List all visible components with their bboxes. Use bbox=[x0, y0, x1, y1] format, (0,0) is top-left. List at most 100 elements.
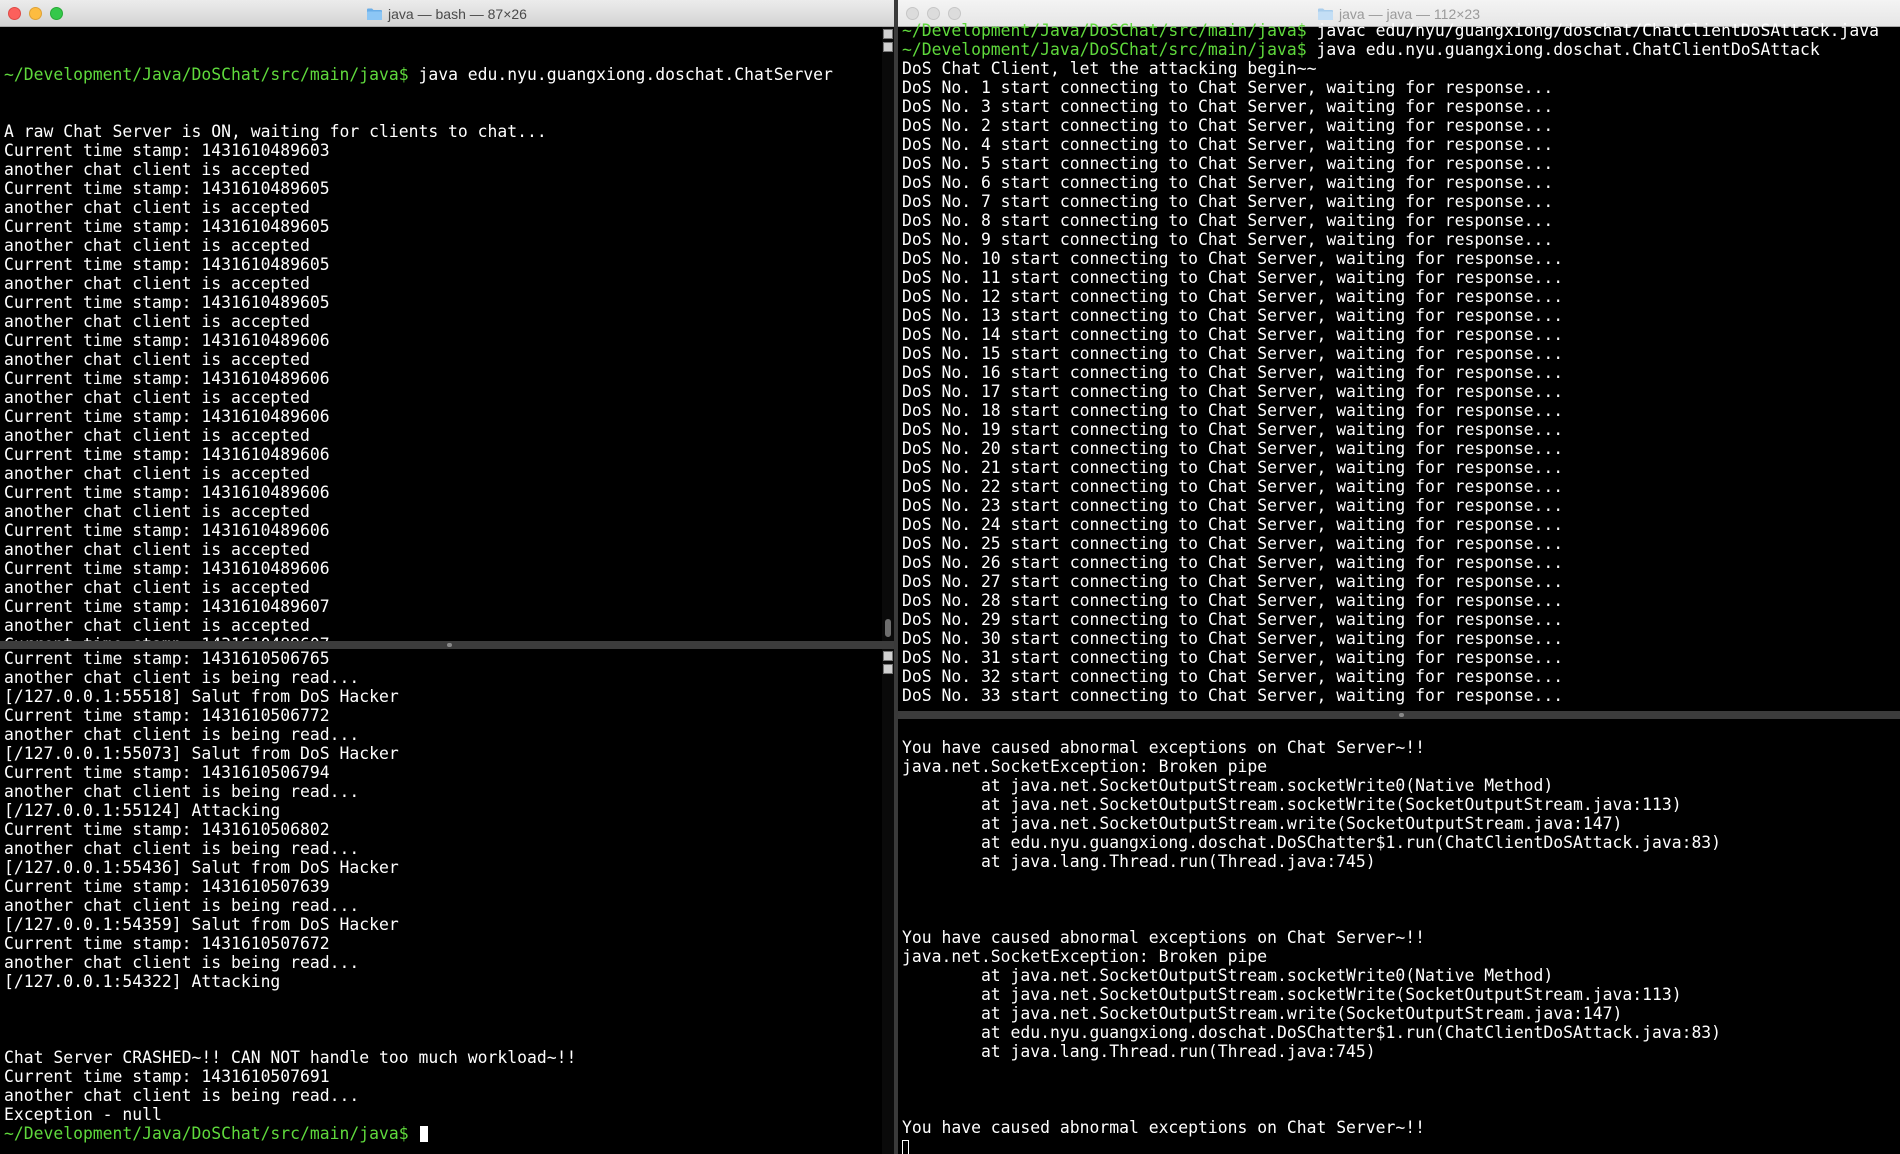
output-line: another chat client is being read... bbox=[4, 782, 360, 801]
output-line: Current time stamp: 1431610507672 bbox=[4, 934, 330, 953]
pane-splitter[interactable] bbox=[0, 641, 894, 649]
output-line: Current time stamp: 1431610489603 bbox=[4, 141, 330, 160]
output-line: DoS No. 32 start connecting to Chat Serv… bbox=[902, 667, 1564, 686]
output-line: Current time stamp: 1431610506794 bbox=[4, 763, 330, 782]
output-line: another chat client is accepted bbox=[4, 274, 310, 293]
output-line: Current time stamp: 1431610489606 bbox=[4, 483, 330, 502]
split-pane-icon[interactable] bbox=[883, 29, 893, 39]
output-line: DoS No. 27 start connecting to Chat Serv… bbox=[902, 572, 1564, 591]
output-line: java.net.SocketException: Broken pipe bbox=[902, 947, 1268, 966]
output-line: Current time stamp: 1431610507691 bbox=[4, 1067, 330, 1086]
output-line: DoS Chat Client, let the attacking begin… bbox=[902, 59, 1317, 78]
output-line: Current time stamp: 1431610489606 bbox=[4, 445, 330, 464]
output-line: at java.net.SocketOutputStream.write(Soc… bbox=[902, 814, 1623, 833]
text-cursor bbox=[902, 1140, 909, 1154]
output-line: DoS No. 9 start connecting to Chat Serve… bbox=[902, 230, 1554, 249]
command-text: java edu.nyu.guangxiong.doschat.ChatServ… bbox=[408, 65, 833, 84]
output-line: DoS No. 13 start connecting to Chat Serv… bbox=[902, 306, 1564, 325]
output-line: DoS No. 11 start connecting to Chat Serv… bbox=[902, 268, 1564, 287]
output-line: at java.net.SocketOutputStream.socketWri… bbox=[902, 966, 1554, 985]
output-line: DoS No. 29 start connecting to Chat Serv… bbox=[902, 610, 1564, 629]
output-line: Current time stamp: 1431610506772 bbox=[4, 706, 330, 725]
folder-icon bbox=[367, 8, 383, 20]
terminal-window-client[interactable]: java — java — 112×23 ~/Development/Java/… bbox=[898, 0, 1900, 1154]
output-line: A raw Chat Server is ON, waiting for cli… bbox=[4, 122, 547, 141]
output-line: DoS No. 2 start connecting to Chat Serve… bbox=[902, 116, 1554, 135]
output-line: DoS No. 19 start connecting to Chat Serv… bbox=[902, 420, 1564, 439]
scrollbar[interactable] bbox=[882, 27, 894, 641]
output-line: Chat Server CRASHED~!! CAN NOT handle to… bbox=[4, 1048, 577, 1067]
output-line: at java.net.SocketOutputStream.socketWri… bbox=[902, 776, 1554, 795]
output-line: Current time stamp: 1431610489605 bbox=[4, 217, 330, 236]
output-line: Current time stamp: 1431610506802 bbox=[4, 820, 330, 839]
output-line: DoS No. 15 start connecting to Chat Serv… bbox=[902, 344, 1564, 363]
command-text: javac edu/nyu/guangxiong/doschat/ChatCli… bbox=[1306, 21, 1879, 40]
scrollbar[interactable] bbox=[882, 649, 894, 1154]
output-line: Current time stamp: 1431610507639 bbox=[4, 877, 330, 896]
output-line: Current time stamp: 1431610489605 bbox=[4, 179, 330, 198]
window-title: java — bash — 87×26 bbox=[388, 5, 527, 22]
prompt: ~/Development/Java/DoSChat/src/main/java… bbox=[4, 65, 409, 84]
splitter-grip[interactable] bbox=[447, 643, 452, 647]
close-split-icon[interactable] bbox=[883, 664, 893, 674]
terminal-pane-top[interactable]: ~/Development/Java/DoSChat/src/main/java… bbox=[0, 27, 894, 641]
output-line: another chat client is being read... bbox=[4, 896, 360, 915]
output-line: another chat client is accepted bbox=[4, 464, 310, 483]
output-line: DoS No. 4 start connecting to Chat Serve… bbox=[902, 135, 1554, 154]
output-line: at edu.nyu.guangxiong.doschat.DoSChatter… bbox=[902, 833, 1722, 852]
output-line: Current time stamp: 1431610489605 bbox=[4, 255, 330, 274]
output-line: DoS No. 7 start connecting to Chat Serve… bbox=[902, 192, 1554, 211]
terminal-window-server[interactable]: java — bash — 87×26 ~/Development/Java/D… bbox=[0, 0, 894, 1154]
output-line: [/127.0.0.1:54359] Salut from DoS Hacker bbox=[4, 915, 399, 934]
output-line: [/127.0.0.1:55518] Salut from DoS Hacker bbox=[4, 687, 399, 706]
close-split-icon[interactable] bbox=[883, 42, 893, 52]
output-line: another chat client is being read... bbox=[4, 1086, 360, 1105]
output-line: another chat client is accepted bbox=[4, 426, 310, 445]
text-cursor bbox=[420, 1126, 429, 1142]
output-line: another chat client is accepted bbox=[4, 616, 310, 635]
output-line: another chat client is accepted bbox=[4, 388, 310, 407]
output-line: another chat client is accepted bbox=[4, 540, 310, 559]
output-line: Exception - null bbox=[4, 1105, 162, 1124]
output-line: You have caused abnormal exceptions on C… bbox=[902, 928, 1426, 947]
output-line: Current time stamp: 1431610489606 bbox=[4, 331, 330, 350]
output-line: another chat client is accepted bbox=[4, 198, 310, 217]
titlebar[interactable]: java — bash — 87×26 bbox=[0, 0, 894, 27]
prompt: ~/Development/Java/DoSChat/src/main/java… bbox=[4, 1124, 409, 1143]
output-line: another chat client is accepted bbox=[4, 502, 310, 521]
scrollbar-thumb[interactable] bbox=[885, 619, 891, 637]
command-line: ~/Development/Java/DoSChat/src/main/java… bbox=[4, 1124, 894, 1143]
output-line: DoS No. 1 start connecting to Chat Serve… bbox=[902, 78, 1554, 97]
output-line: DoS No. 18 start connecting to Chat Serv… bbox=[902, 401, 1564, 420]
terminal-pane-bottom[interactable]: You have caused abnormal exceptions on C… bbox=[898, 719, 1900, 1154]
output-line: Current time stamp: 1431610489606 bbox=[4, 369, 330, 388]
output-line: DoS No. 16 start connecting to Chat Serv… bbox=[902, 363, 1564, 382]
output-line: DoS No. 10 start connecting to Chat Serv… bbox=[902, 249, 1564, 268]
pane-splitter[interactable] bbox=[898, 711, 1900, 719]
splitter-grip[interactable] bbox=[1399, 713, 1404, 717]
output-line: DoS No. 26 start connecting to Chat Serv… bbox=[902, 553, 1564, 572]
output-line: another chat client is being read... bbox=[4, 668, 360, 687]
output-line: DoS No. 3 start connecting to Chat Serve… bbox=[902, 97, 1554, 116]
prompt: ~/Development/Java/DoSChat/src/main/java… bbox=[902, 21, 1307, 40]
output-line: DoS No. 12 start connecting to Chat Serv… bbox=[902, 287, 1564, 306]
cursor-line bbox=[902, 1137, 1900, 1154]
output-line: another chat client is accepted bbox=[4, 578, 310, 597]
split-pane-icon[interactable] bbox=[883, 651, 893, 661]
output-line: DoS No. 25 start connecting to Chat Serv… bbox=[902, 534, 1564, 553]
output-line: another chat client is being read... bbox=[4, 839, 360, 858]
output-line: at java.lang.Thread.run(Thread.java:745) bbox=[902, 852, 1376, 871]
command-text: java edu.nyu.guangxiong.doschat.ChatClie… bbox=[1306, 40, 1820, 59]
terminal-pane-bottom[interactable]: Current time stamp: 1431610506765 another… bbox=[0, 649, 894, 1154]
terminal-pane-top[interactable]: ~/Development/Java/DoSChat/src/main/java… bbox=[898, 21, 1900, 711]
output-line: java.net.SocketException: Broken pipe bbox=[902, 757, 1268, 776]
folder-icon bbox=[1318, 8, 1333, 20]
output-line: DoS No. 5 start connecting to Chat Serve… bbox=[902, 154, 1554, 173]
output-line: DoS No. 6 start connecting to Chat Serve… bbox=[902, 173, 1554, 192]
